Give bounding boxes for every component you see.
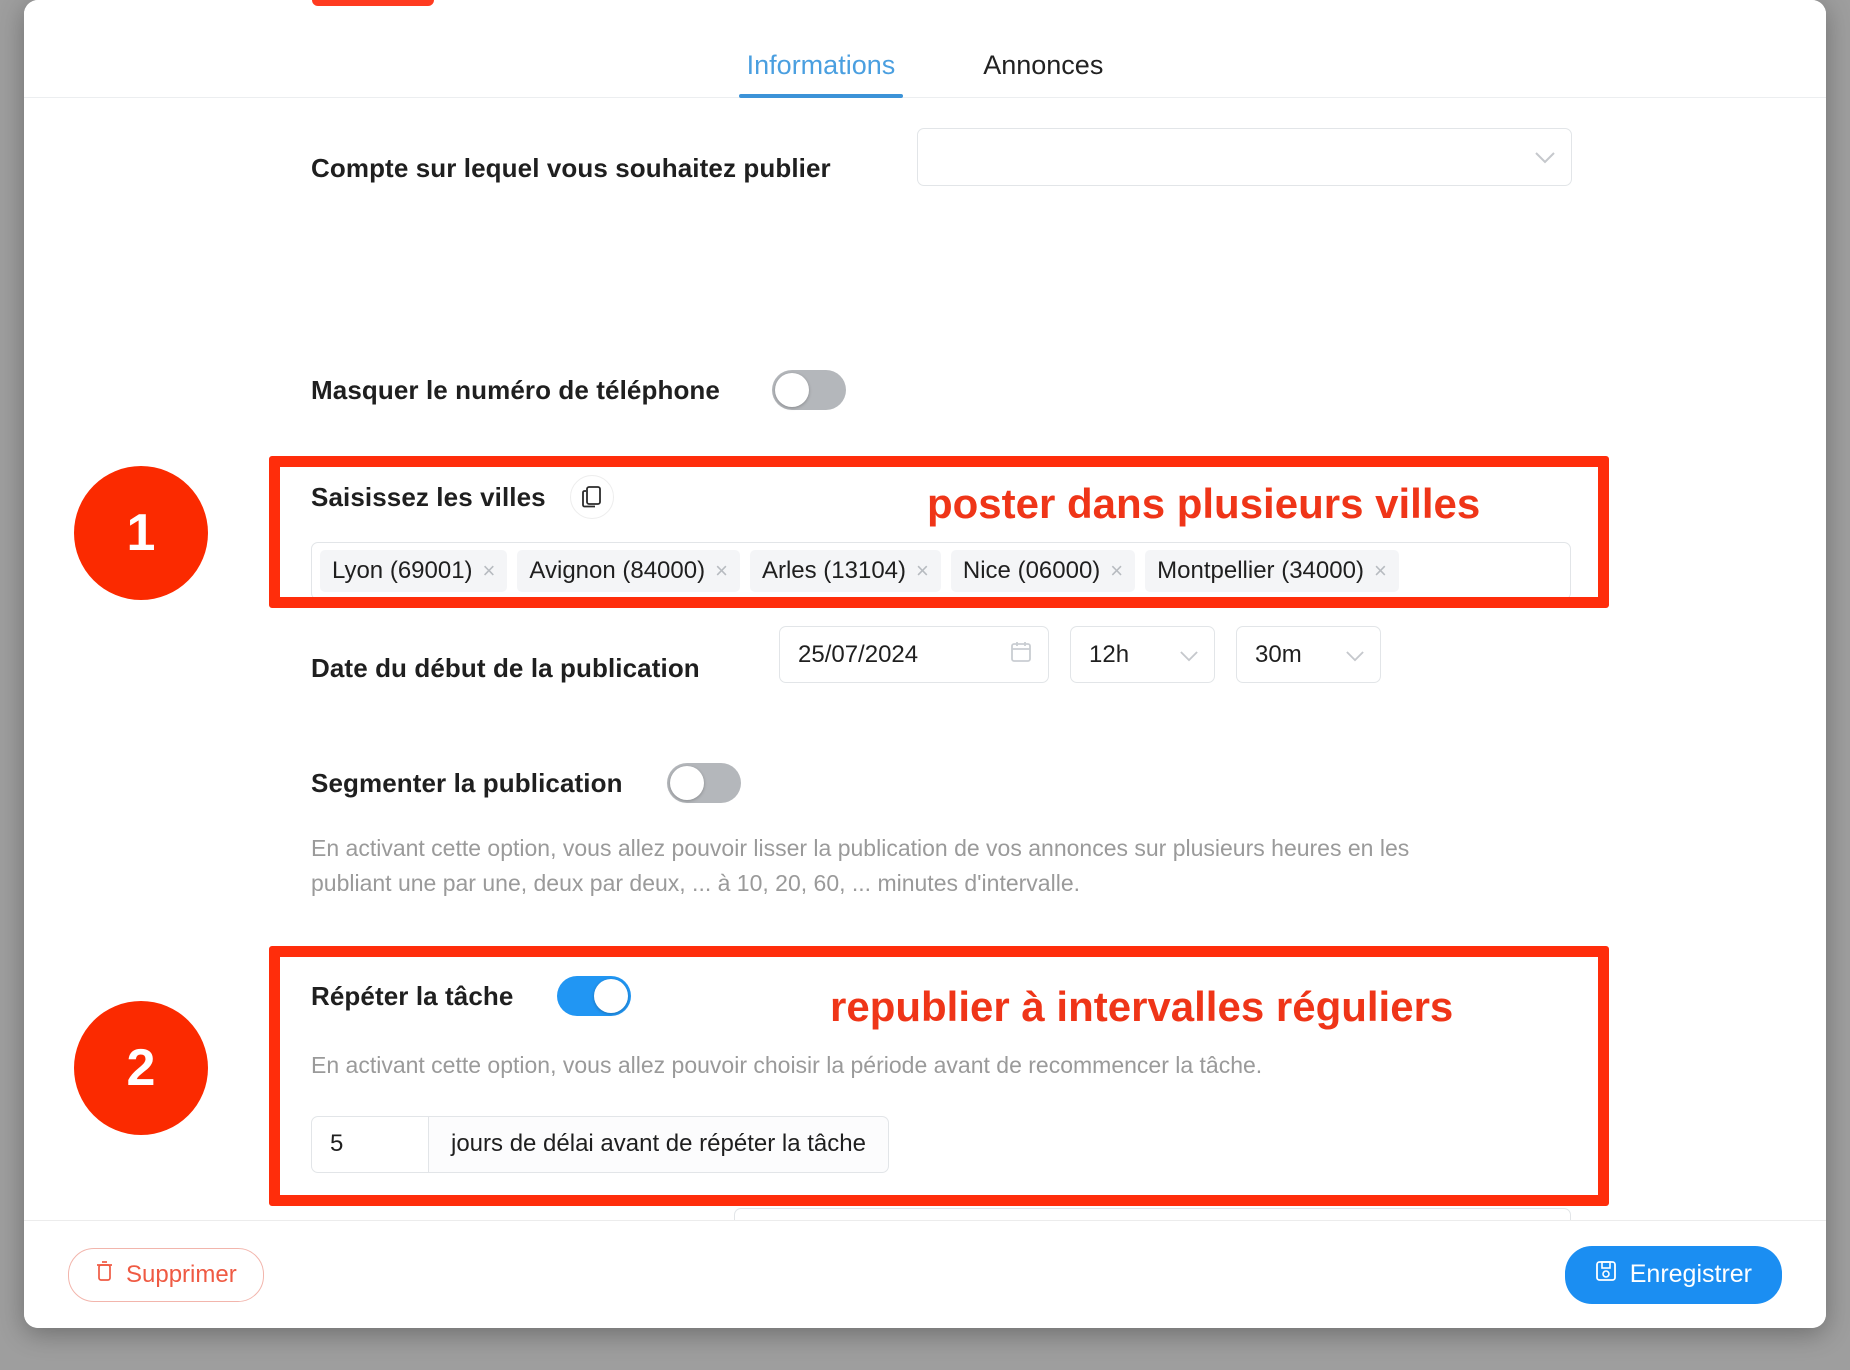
account-select[interactable] [917,128,1572,186]
tab-annonces[interactable]: Annonces [975,52,1111,97]
publish-minute-select[interactable]: 30m [1236,626,1381,683]
partial-top-button[interactable] [312,0,434,6]
segment-row: Segmenter la publication [311,763,1571,803]
city-tag[interactable]: Avignon (84000) × [517,550,740,592]
city-tag[interactable]: Montpellier (34000) × [1145,550,1399,592]
hide-phone-label: Masquer le numéro de téléphone [311,374,720,405]
city-tag-remove-icon[interactable]: × [715,560,728,582]
publish-date-label: Date du début de la publication [311,653,700,683]
publish-date-value: 25/07/2024 [798,640,919,668]
copy-icon[interactable] [569,475,614,519]
modal-footer: Supprimer Enregistrer [24,1220,1826,1328]
repeat-days-input[interactable]: 5 [311,1115,429,1173]
segment-block: Segmenter la publication En activant cet… [311,763,1571,900]
city-tag-label: Arles (13104) [761,557,907,584]
repeat-days-value: 5 [330,1130,344,1157]
repeat-delay-group: 5 jours de délai avant de répéter la tâc… [311,1115,1571,1173]
trash-icon [95,1260,114,1289]
save-button[interactable]: Enregistrer [1564,1245,1782,1304]
chevron-down-icon [1519,146,1571,168]
chevron-down-icon [1330,644,1380,666]
account-label: Compte sur lequel vous souhaitez publier [311,153,831,183]
segment-toggle[interactable] [666,763,741,803]
delete-button[interactable]: Supprimer [68,1247,264,1302]
form-body: Compte sur lequel vous souhaitez publier… [24,98,1826,1220]
tab-informations[interactable]: Informations [738,52,904,98]
account-row: Compte sur lequel vous souhaitez publier [311,128,1572,186]
save-button-label: Enregistrer [1629,1260,1752,1288]
city-tag-remove-icon[interactable]: × [1110,560,1123,582]
annotation-text-1: poster dans plusieurs villes [927,480,1481,527]
calendar-icon[interactable] [1010,640,1032,670]
city-tag-label: Avignon (84000) [529,557,706,584]
publish-date-row: Date du début de la publication 25/07/20… [311,626,1571,684]
segment-label: Segmenter la publication [311,767,623,798]
city-tag-remove-icon[interactable]: × [483,560,496,582]
publish-minute-value: 30m [1255,640,1302,668]
city-tag-label: Lyon (69001) [332,557,473,584]
toggle-knob [594,979,629,1013]
task-name-input[interactable]: test arbitrage chaton marseille 13001 [734,1208,1571,1220]
tab-bar: Informations Annonces [24,0,1826,98]
city-tag-remove-icon[interactable]: × [916,560,929,582]
publish-hour-value: 12h [1089,640,1130,668]
toggle-knob [669,766,704,800]
city-tag[interactable]: Nice (06000) × [950,550,1136,592]
toggle-knob [774,373,809,407]
publish-hour-select[interactable]: 12h [1070,626,1215,683]
segment-helper-line-2: publiant une par une, deux par deux, ...… [311,869,1080,896]
annotation-text-2: republier à intervalles réguliers [830,983,1454,1030]
city-tag[interactable]: Arles (13104) × [749,550,941,592]
save-icon [1595,1260,1617,1289]
repeat-days-suffix-label: jours de délai avant de répéter la tâche [451,1130,866,1157]
segment-helper-line-1: En activant cette option, vous allez pou… [311,835,1410,861]
hide-phone-row: Masquer le numéro de téléphone [311,370,846,410]
annotation-number-2: 2 [74,1001,208,1135]
hide-phone-toggle[interactable] [771,370,846,410]
repeat-toggle[interactable] [557,976,632,1016]
annotation-number-1: 1 [74,466,208,600]
repeat-days-suffix: jours de délai avant de répéter la tâche [429,1115,889,1173]
publish-date-input[interactable]: 25/07/2024 [779,626,1049,683]
cities-tags-field[interactable]: Lyon (69001) × Avignon (84000) × Arles (… [311,542,1571,600]
chevron-down-icon [1164,644,1214,666]
repeat-label: Répéter la tâche [311,980,514,1011]
city-tag[interactable]: Lyon (69001) × [320,550,508,592]
city-tag-label: Nice (06000) [962,557,1101,584]
cities-label: Saisissez les villes [311,481,546,512]
repeat-helper: En activant cette option, vous allez pou… [311,1052,1263,1078]
city-tag-label: Montpellier (34000) [1157,557,1364,584]
delete-button-label: Supprimer [126,1260,237,1288]
publication-settings-modal: Informations Annonces Compte sur lequel … [24,0,1826,1328]
screen-root: Informations Annonces Compte sur lequel … [0,0,1850,1370]
city-tag-remove-icon[interactable]: × [1374,560,1387,582]
